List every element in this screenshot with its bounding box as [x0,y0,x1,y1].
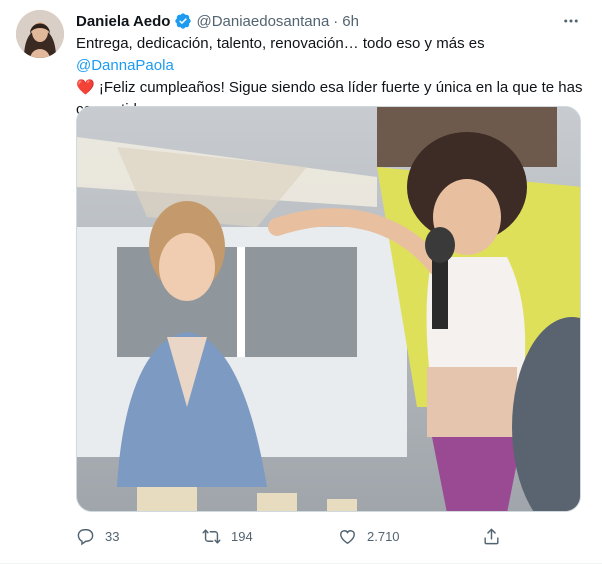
tweet-timestamp[interactable]: 6h [342,13,359,30]
tweet-text-part1: Entrega, dedicación, talento, renovación… [76,35,485,52]
photo-image [77,107,580,511]
reply-count: 33 [105,528,120,544]
reply-button[interactable]: 33 [76,524,119,548]
like-button[interactable]: 2.710 [338,524,400,548]
reply-icon [77,528,94,545]
verified-badge-icon [174,12,192,30]
retweet-icon [202,528,221,544]
avatar[interactable] [16,10,64,58]
mention-link[interactable]: @DannaPaola [76,57,174,74]
heart-emoji: ❤️ [76,79,95,96]
share-icon [484,528,499,544]
author-handle[interactable]: @Daniaedosantana [196,13,329,30]
retweet-button[interactable]: 194 [202,524,253,548]
separator-dot: · [333,12,339,30]
retweet-count: 194 [231,528,253,544]
tweet-card[interactable]: Daniela Aedo @Daniaedosantana · 6h Entre… [0,0,602,564]
tweet-header: Daniela Aedo @Daniaedosantana · 6h [76,10,359,32]
share-button[interactable] [482,524,501,548]
author-name[interactable]: Daniela Aedo [76,13,170,30]
tweet-photo[interactable] [76,106,581,512]
heart-icon [340,529,355,544]
more-options-icon[interactable] [560,10,582,32]
tweet-actions-bar: 33 194 2.710 [76,524,506,548]
like-count: 2.710 [367,528,400,544]
